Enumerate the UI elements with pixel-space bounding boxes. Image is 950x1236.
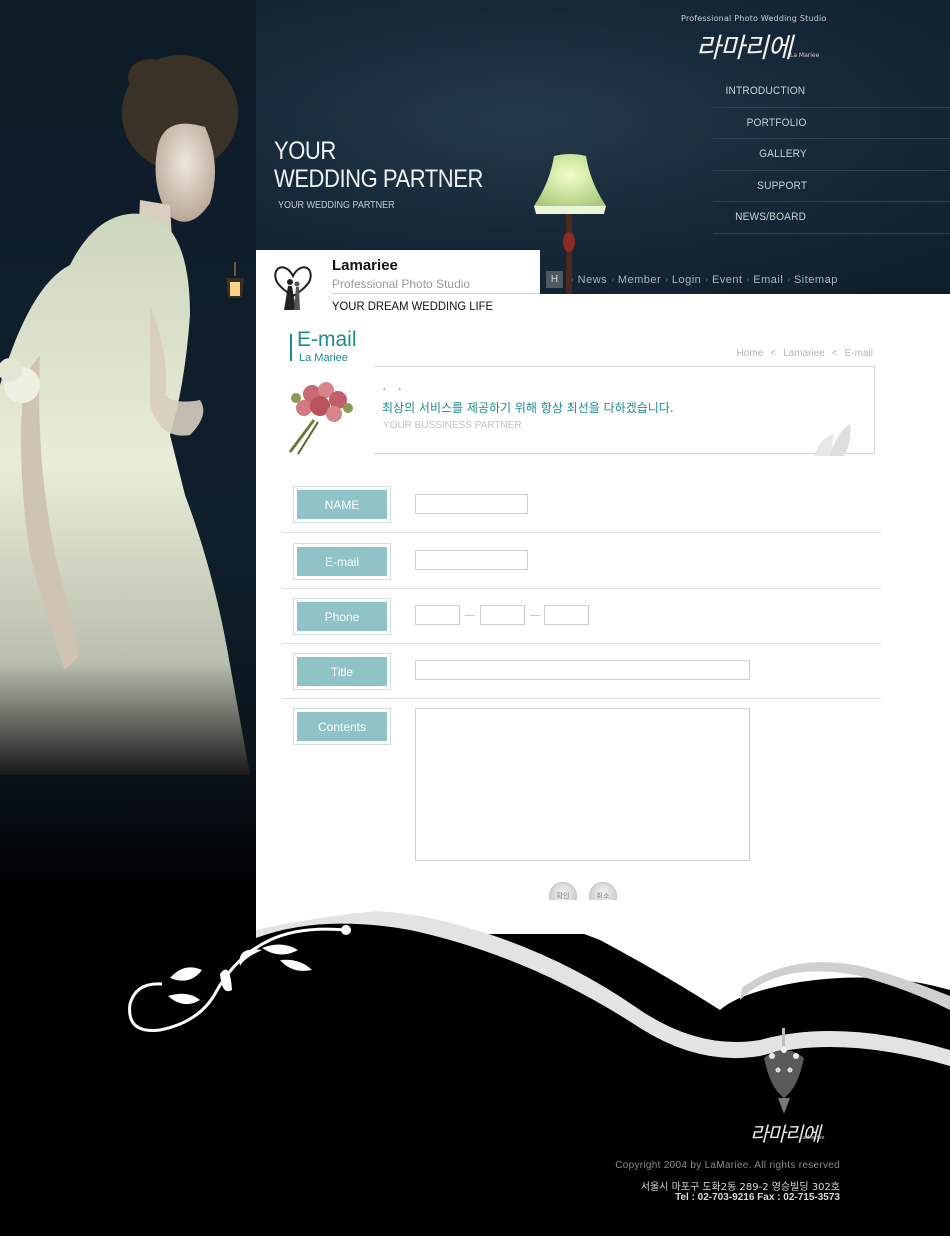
- tagline-line1: YOUR: [274, 137, 336, 165]
- phone-input-1[interactable]: [415, 605, 460, 625]
- brand-slogan: YOUR DREAM WEDDING LIFE: [332, 299, 494, 313]
- studio-logo-latin: La Mariee: [790, 52, 820, 59]
- bouquet-image: [288, 382, 353, 455]
- phone-dash: [530, 615, 540, 616]
- breadcrumb-lamariee[interactable]: Lamariee: [783, 348, 825, 359]
- quick-menu: H › News › Member › Login › Event › Emai…: [546, 271, 838, 288]
- title-accent-bar: [290, 334, 292, 361]
- quick-email[interactable]: Email: [753, 274, 783, 286]
- brand-subtitle: Professional Photo Studio: [332, 277, 471, 291]
- quick-news[interactable]: News: [578, 274, 608, 286]
- separator: ›: [705, 275, 708, 284]
- heart-couple-icon: [274, 266, 312, 310]
- chandelier-image: [764, 1028, 804, 1114]
- welcome-subtitle: YOUR BUSSINESS PARTNER: [383, 420, 522, 431]
- separator: ›: [665, 275, 668, 284]
- breadcrumb: Home < Lamariee < E-mail: [737, 348, 873, 359]
- page-title: E-mail: [297, 328, 357, 351]
- tagline-small: YOUR WEDDING PARTNER: [278, 200, 395, 211]
- separator: ›: [787, 275, 790, 284]
- nav-introduction[interactable]: INTRODUCTION: [713, 76, 950, 108]
- welcome-message: 최상의 서비스를 제공하기 위해 항상 최선을 다하겠습니다.: [382, 401, 674, 415]
- contents-label-box: Contents: [293, 708, 391, 745]
- studio-logo[interactable]: 라마리에: [696, 26, 792, 65]
- leaf-icon: [814, 424, 851, 456]
- nav-label: SUPPORT: [756, 179, 807, 192]
- breadcrumb-current: E-mail: [844, 348, 873, 359]
- separator: ›: [611, 275, 614, 284]
- quick-member[interactable]: Member: [618, 274, 661, 286]
- bride-image: [0, 55, 250, 775]
- contents-textarea[interactable]: [415, 708, 750, 861]
- nav-news-board[interactable]: NEWS/BOARD: [713, 202, 950, 234]
- copyright-text: Copyright 2004 by LaMariee. All rights r…: [615, 1160, 840, 1171]
- separator: ›: [571, 275, 574, 284]
- page-subtitle: La Mariee: [299, 352, 348, 364]
- breadcrumb-home[interactable]: Home: [737, 348, 764, 359]
- form-row-title: Title: [282, 644, 881, 699]
- email-label: E-mail: [297, 547, 387, 576]
- quick-event[interactable]: Event: [712, 274, 743, 286]
- phone-label: Phone: [297, 602, 387, 631]
- email-input[interactable]: [415, 550, 528, 570]
- nav-support[interactable]: SUPPORT: [713, 171, 950, 202]
- nav-label: NEWS/BOARD: [734, 211, 806, 223]
- small-lamp-image: [226, 262, 244, 298]
- contact-text: Tel : 02-703-9216 Fax : 02-715-3573: [675, 1192, 840, 1203]
- nav-label: PORTFOLIO: [746, 116, 807, 129]
- nav-label: GALLERY: [759, 148, 807, 160]
- decor-dots: • •: [382, 385, 406, 394]
- footer-logo: 라마리에: [750, 1122, 821, 1146]
- tagline-line2: WEDDING PARTNER: [274, 165, 483, 193]
- main-nav: INTRODUCTION PORTFOLIO GALLERY SUPPORT N…: [713, 76, 950, 234]
- home-button[interactable]: H: [546, 271, 563, 288]
- phone-input-2[interactable]: [480, 605, 525, 625]
- title-input[interactable]: [415, 660, 750, 680]
- nav-gallery[interactable]: GALLERY: [713, 139, 950, 171]
- phone-label-box: Phone: [293, 598, 391, 635]
- breadcrumb-separator: <: [770, 348, 777, 359]
- nav-portfolio[interactable]: PORTFOLIO: [713, 108, 950, 139]
- name-label: NAME: [297, 490, 387, 519]
- form-row-phone: Phone: [282, 589, 881, 644]
- name-input[interactable]: [415, 494, 528, 514]
- nav-label: INTRODUCTION: [725, 85, 806, 97]
- quick-login[interactable]: Login: [672, 274, 701, 286]
- studio-subtitle: Professional Photo Wedding Studio: [681, 14, 827, 23]
- form-row-contents: Contents: [282, 699, 881, 869]
- breadcrumb-separator: <: [831, 348, 838, 359]
- footer-logo-latin: La Mariee: [800, 1135, 825, 1141]
- form-row-email: E-mail: [282, 533, 881, 589]
- name-label-box: NAME: [293, 486, 391, 523]
- title-label: Title: [297, 657, 387, 686]
- separator: ›: [746, 275, 750, 284]
- quick-sitemap[interactable]: Sitemap: [794, 274, 838, 286]
- phone-dash: [465, 615, 475, 616]
- divider: [332, 293, 540, 294]
- title-label-box: Title: [293, 653, 391, 690]
- phone-input-3[interactable]: [544, 605, 589, 625]
- address-text: 서울시 마포구 도화2동 289-2 영승빌딩 302호: [640, 1182, 840, 1193]
- email-label-box: E-mail: [293, 543, 391, 580]
- contents-label: Contents: [297, 712, 387, 741]
- brand-name: Lamariee: [332, 257, 398, 274]
- form-row-name: NAME: [282, 476, 881, 533]
